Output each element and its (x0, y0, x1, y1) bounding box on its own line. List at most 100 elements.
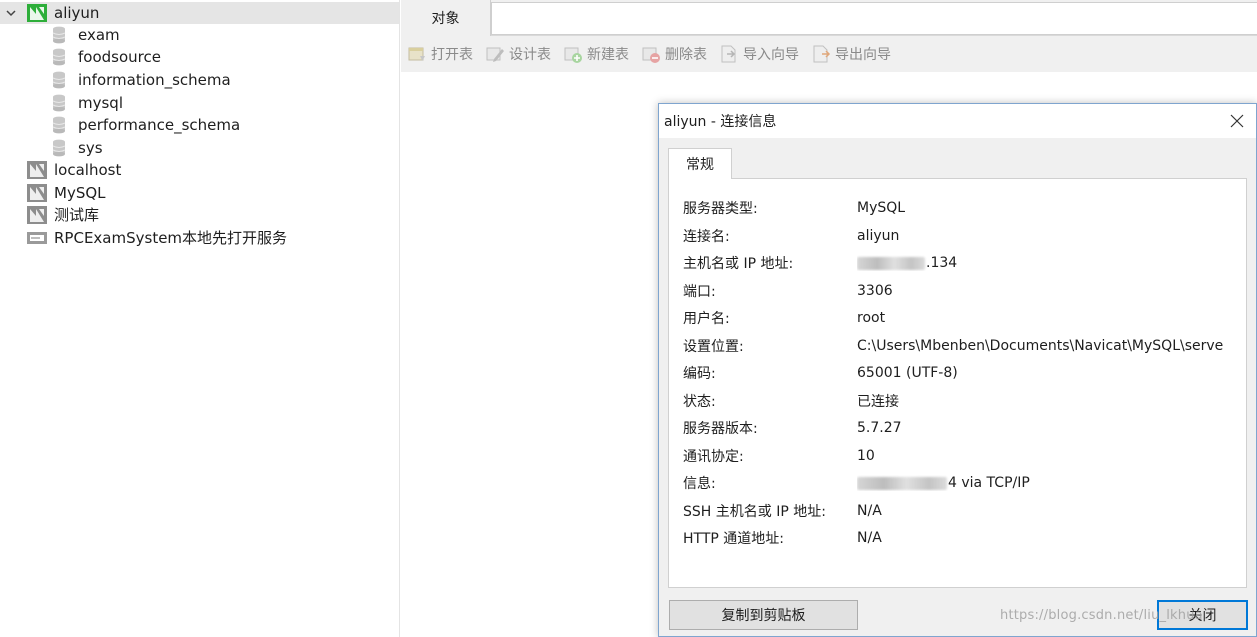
tree-database-information-schema[interactable]: information_schema (52, 69, 231, 91)
tree-connection-aliyun[interactable]: aliyun (0, 2, 399, 24)
info-row-port: 端口: 3306 (683, 279, 893, 303)
redacted-ip-blur (857, 476, 947, 490)
database-icon (52, 139, 66, 157)
info-row-connection-name: 连接名: aliyun (683, 224, 899, 248)
info-row-settings-location: 设置位置: C:\Users\Mbenben\Documents\Navicat… (683, 334, 1223, 358)
info-key: 通讯协定: (683, 449, 744, 465)
info-row-status: 状态: 已连接 (683, 389, 899, 413)
tree-database-sys[interactable]: sys (52, 137, 103, 159)
open-table-button[interactable]: 打开表 (407, 41, 473, 67)
info-value: MySQL (857, 200, 906, 216)
tree-database-mysql[interactable]: mysql (52, 92, 123, 114)
tree-database-foodsource[interactable]: foodsource (52, 46, 161, 68)
disconnected-connection-icon (27, 184, 47, 202)
import-wizard-label: 导入向导 (743, 47, 799, 63)
export-wizard-icon (811, 44, 835, 64)
database-icon (52, 71, 66, 89)
server-connection-icon (27, 229, 47, 247)
info-value-host: .134 (857, 255, 957, 271)
tree-connection-label: localhost (54, 161, 122, 179)
connection-info-dialog: aliyun - 连接信息 常规 服务器类型: MySQL 连接名: aliyu… (658, 103, 1257, 637)
info-key: 服务器类型: (683, 201, 758, 217)
dialog-title: aliyun - 连接信息 (664, 114, 777, 130)
chevron-down-icon[interactable] (4, 2, 18, 24)
export-wizard-button[interactable]: 导出向导 (811, 41, 891, 67)
connection-tree[interactable]: aliyun exam foodsource information_schem… (0, 0, 400, 637)
info-key: 连接名: (683, 229, 730, 245)
info-value: root (857, 310, 886, 326)
import-wizard-button[interactable]: 导入向导 (719, 41, 799, 67)
open-table-label: 打开表 (431, 47, 473, 63)
info-key: 用户名: (683, 311, 730, 327)
database-icon (52, 116, 66, 134)
copy-to-clipboard-button[interactable]: 复制到剪贴板 (669, 600, 858, 630)
database-icon (52, 48, 66, 66)
watermark-text: https://blog.csdn.net/liu_lkhua (1000, 608, 1203, 623)
info-value: 10 (857, 448, 875, 464)
info-value: aliyun (857, 228, 900, 244)
info-key: 服务器版本: (683, 421, 758, 437)
info-value: 已连接 (857, 394, 899, 410)
delete-table-icon (641, 44, 665, 64)
tree-database-performance-schema[interactable]: performance_schema (52, 114, 240, 136)
tree-database-label: performance_schema (78, 116, 241, 134)
disconnected-connection-icon (27, 161, 47, 179)
tree-database-label: mysql (78, 94, 123, 112)
design-table-label: 设计表 (509, 47, 551, 63)
tree-connection-mysql[interactable]: MySQL (27, 182, 106, 204)
info-value: 65001 (UTF-8) (857, 365, 958, 381)
info-row-info: 信息: 4 via TCP/IP (683, 471, 1030, 495)
tree-database-label: foodsource (78, 48, 161, 66)
info-row-ssh-host: SSH 主机名或 IP 地址: N/A (683, 499, 882, 523)
info-row-http-tunnel: HTTP 通道地址: N/A (683, 526, 882, 550)
connected-connection-icon (27, 4, 47, 22)
new-table-icon (563, 44, 587, 64)
tree-database-label: exam (78, 26, 120, 44)
close-icon[interactable] (1226, 110, 1248, 132)
host-suffix: .134 (926, 255, 958, 271)
info-key: HTTP 通道地址: (683, 531, 784, 547)
tree-database-exam[interactable]: exam (52, 24, 120, 46)
info-row-host: 主机名或 IP 地址: .134 (683, 251, 957, 275)
info-suffix: 4 via TCP/IP (948, 475, 1030, 491)
info-key: 状态: (683, 394, 716, 410)
info-row-server-type: 服务器类型: MySQL (683, 196, 905, 220)
database-icon (52, 94, 66, 112)
open-table-icon (407, 44, 431, 64)
tree-connection-test-db[interactable]: 测试库 (27, 204, 99, 226)
disconnected-connection-icon (27, 206, 47, 224)
info-key: SSH 主机名或 IP 地址: (683, 504, 826, 520)
dialog-titlebar[interactable]: aliyun - 连接信息 (659, 104, 1256, 138)
tab-content-blank (491, 2, 1257, 35)
tree-connection-localhost[interactable]: localhost (27, 159, 121, 181)
info-value: 3306 (857, 283, 893, 299)
object-toolbar: 打开表 设计表 新建表 删除表 导入向导 导出向导 (401, 36, 1257, 72)
tree-connection-label: RPCExamSystem本地先打开服务 (54, 229, 288, 247)
database-icon (52, 26, 66, 44)
tree-connection-label: 测试库 (54, 206, 100, 224)
info-value: C:\Users\Mbenben\Documents\Navicat\MySQL… (857, 338, 1223, 354)
tree-connection-label: aliyun (54, 4, 100, 22)
new-table-label: 新建表 (587, 47, 629, 63)
general-info-panel: 服务器类型: MySQL 连接名: aliyun 主机名或 IP 地址: .13… (668, 178, 1247, 588)
delete-table-button[interactable]: 删除表 (641, 41, 707, 67)
tab-general[interactable]: 常规 (668, 148, 732, 179)
tab-objects[interactable]: 对象 (401, 0, 491, 36)
tree-database-label: information_schema (78, 71, 231, 89)
import-wizard-icon (719, 44, 743, 64)
info-value: N/A (857, 530, 882, 546)
delete-table-label: 删除表 (665, 47, 707, 63)
info-value: 5.7.27 (857, 420, 902, 436)
info-value-info: 4 via TCP/IP (857, 475, 1030, 491)
tree-database-label: sys (78, 139, 103, 157)
design-table-icon (485, 44, 509, 64)
design-table-button[interactable]: 设计表 (485, 41, 551, 67)
info-key: 设置位置: (683, 339, 744, 355)
tree-connection-rpcexamsystem[interactable]: RPCExamSystem本地先打开服务 (27, 227, 287, 249)
info-value: N/A (857, 503, 882, 519)
new-table-button[interactable]: 新建表 (563, 41, 629, 67)
info-key: 信息: (683, 476, 716, 492)
info-key: 主机名或 IP 地址: (683, 256, 794, 272)
info-row-protocol: 通讯协定: 10 (683, 444, 875, 468)
info-key: 编码: (683, 366, 716, 382)
